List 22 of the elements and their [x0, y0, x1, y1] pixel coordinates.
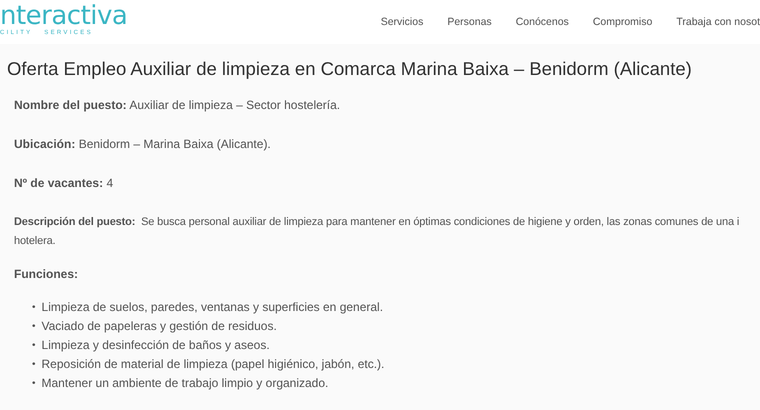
nav-link[interactable]: Servicios	[380, 16, 424, 28]
bullet-marker: •	[32, 301, 36, 315]
page-title: Oferta Empleo Auxiliar de limpieza en Comarca Marina Baixa – Benidorm (Alicante)	[7, 58, 693, 80]
job-field: Ubicación: Benidorm – Marina Baixa (Alicante).	[14, 135, 760, 154]
functions-heading: Funciones:	[14, 266, 80, 283]
job-field: Nº de vacantes: 4	[14, 174, 760, 193]
function-item: Reposición de material de limpieza (papel higiénico, jabón, etc.).	[42, 356, 384, 373]
nav-link[interactable]: Compromiso	[592, 16, 652, 28]
bullet-marker: •	[32, 339, 36, 353]
nav-link[interactable]: Conócenos	[516, 16, 569, 28]
nav-link[interactable]: Trabaja con nosot	[676, 16, 760, 28]
function-item: Limpieza de suelos, paredes, ventanas y superficies en general.	[42, 299, 384, 316]
job-field: Nombre del puesto: Auxiliar de limpieza – Sector hostelería.	[14, 96, 760, 115]
bullet-marker: •	[32, 377, 36, 391]
bullet-marker: •	[32, 320, 36, 334]
nav-link[interactable]: Personas	[447, 16, 492, 28]
bullet-marker: •	[32, 358, 36, 372]
job-description: Descripción del puesto: Se busca personal auxiliar de limpieza para mantener en óptimas condiciones de higiene y orden, las zonas comunes de una i hotelera.	[14, 215, 740, 249]
function-item: Vaciado de papeleras y gestión de residuos.	[42, 318, 277, 335]
logo-wordmark: nteractiva	[0, 3, 128, 29]
function-item: Mantener un ambiente de trabajo limpio y organizado.	[42, 375, 328, 392]
function-item: Limpieza y desinfección de baños y aseos.	[42, 337, 270, 354]
